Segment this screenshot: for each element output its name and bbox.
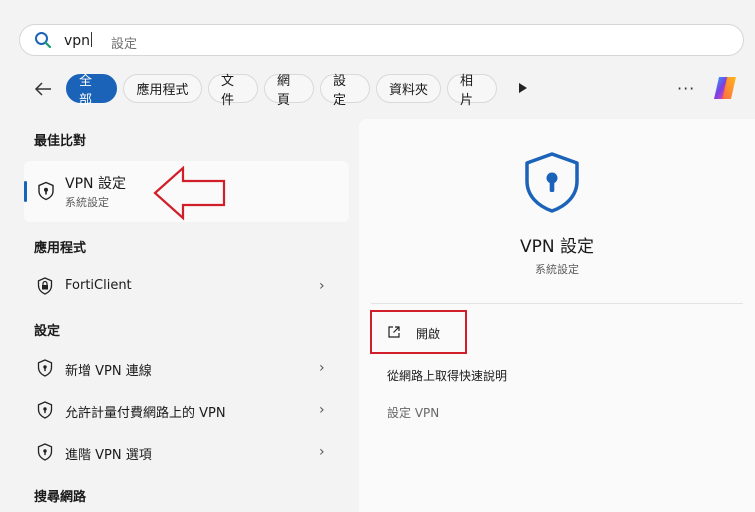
- filter-tabs: 全部 應用程式 文件 網頁 設定 資料夾 相片: [66, 74, 497, 108]
- section-settings: 設定: [34, 324, 61, 339]
- chevron-right-icon[interactable]: ›: [319, 402, 325, 418]
- vpn-settings-link[interactable]: 設定 VPN: [387, 404, 439, 421]
- chevron-right-icon[interactable]: ›: [319, 360, 325, 376]
- tab-all[interactable]: 全部: [66, 74, 117, 108]
- back-arrow-icon[interactable]: [34, 80, 52, 98]
- open-external-icon: [388, 326, 400, 338]
- shield-icon: [38, 181, 54, 201]
- forticlient-icon: [37, 277, 53, 295]
- search-input[interactable]: vpn: [64, 32, 93, 49]
- copilot-icon[interactable]: [710, 73, 740, 103]
- divider: [371, 303, 743, 304]
- open-action[interactable]: 開啟: [370, 310, 467, 354]
- shield-keyhole-icon: [525, 152, 579, 213]
- red-arrow-annotation: [153, 166, 226, 221]
- web-help-link[interactable]: 從網路上取得快速說明: [387, 367, 507, 384]
- list-item-label: 允許計量付費網路上的 VPN: [65, 406, 226, 421]
- more-options-button[interactable]: ···: [677, 79, 695, 98]
- list-item-label: 新增 VPN 連線: [65, 364, 152, 379]
- list-item-metered-vpn[interactable]: 允許計量付費網路上的 VPN ›: [24, 392, 349, 428]
- search-icon: [35, 32, 52, 49]
- detail-subtitle: 系統設定: [535, 263, 579, 276]
- chevron-right-icon[interactable]: ›: [319, 278, 325, 294]
- section-apps: 應用程式: [34, 241, 87, 256]
- list-item-forticlient[interactable]: FortiClient ›: [24, 268, 349, 304]
- shield-icon: [37, 401, 53, 419]
- list-item-label: FortiClient: [65, 278, 132, 293]
- shield-icon: [37, 359, 53, 377]
- tab-folders[interactable]: 資料夾: [376, 74, 441, 103]
- detail-panel: VPN 設定 系統設定 開啟 從網路上取得快速說明 設定 VPN: [359, 119, 755, 512]
- search-box[interactable]: vpn 設定: [19, 24, 744, 56]
- list-item-add-vpn[interactable]: 新增 VPN 連線 ›: [24, 350, 349, 386]
- tab-web[interactable]: 網頁: [264, 74, 314, 108]
- detail-title: VPN 設定: [519, 237, 594, 257]
- tab-documents[interactable]: 文件: [208, 74, 258, 108]
- open-label: 開啟: [416, 327, 441, 341]
- chevron-right-icon[interactable]: ›: [319, 444, 325, 460]
- list-item-advanced-vpn[interactable]: 進階 VPN 選項 ›: [24, 434, 349, 470]
- list-item-label: 進階 VPN 選項: [65, 448, 152, 463]
- section-web-search: 搜尋網路: [34, 490, 87, 505]
- section-best-match: 最佳比對: [34, 134, 87, 149]
- tab-settings[interactable]: 設定: [320, 74, 370, 108]
- selection-indicator: [24, 181, 27, 202]
- best-match-subtitle: 系統設定: [65, 196, 109, 209]
- more-tabs-play-icon[interactable]: [519, 83, 527, 93]
- search-suggestion: 設定: [111, 37, 138, 52]
- shield-icon: [37, 443, 53, 461]
- tab-photos[interactable]: 相片: [447, 74, 497, 108]
- best-match-title: VPN 設定: [65, 176, 126, 192]
- tab-apps[interactable]: 應用程式: [123, 74, 202, 103]
